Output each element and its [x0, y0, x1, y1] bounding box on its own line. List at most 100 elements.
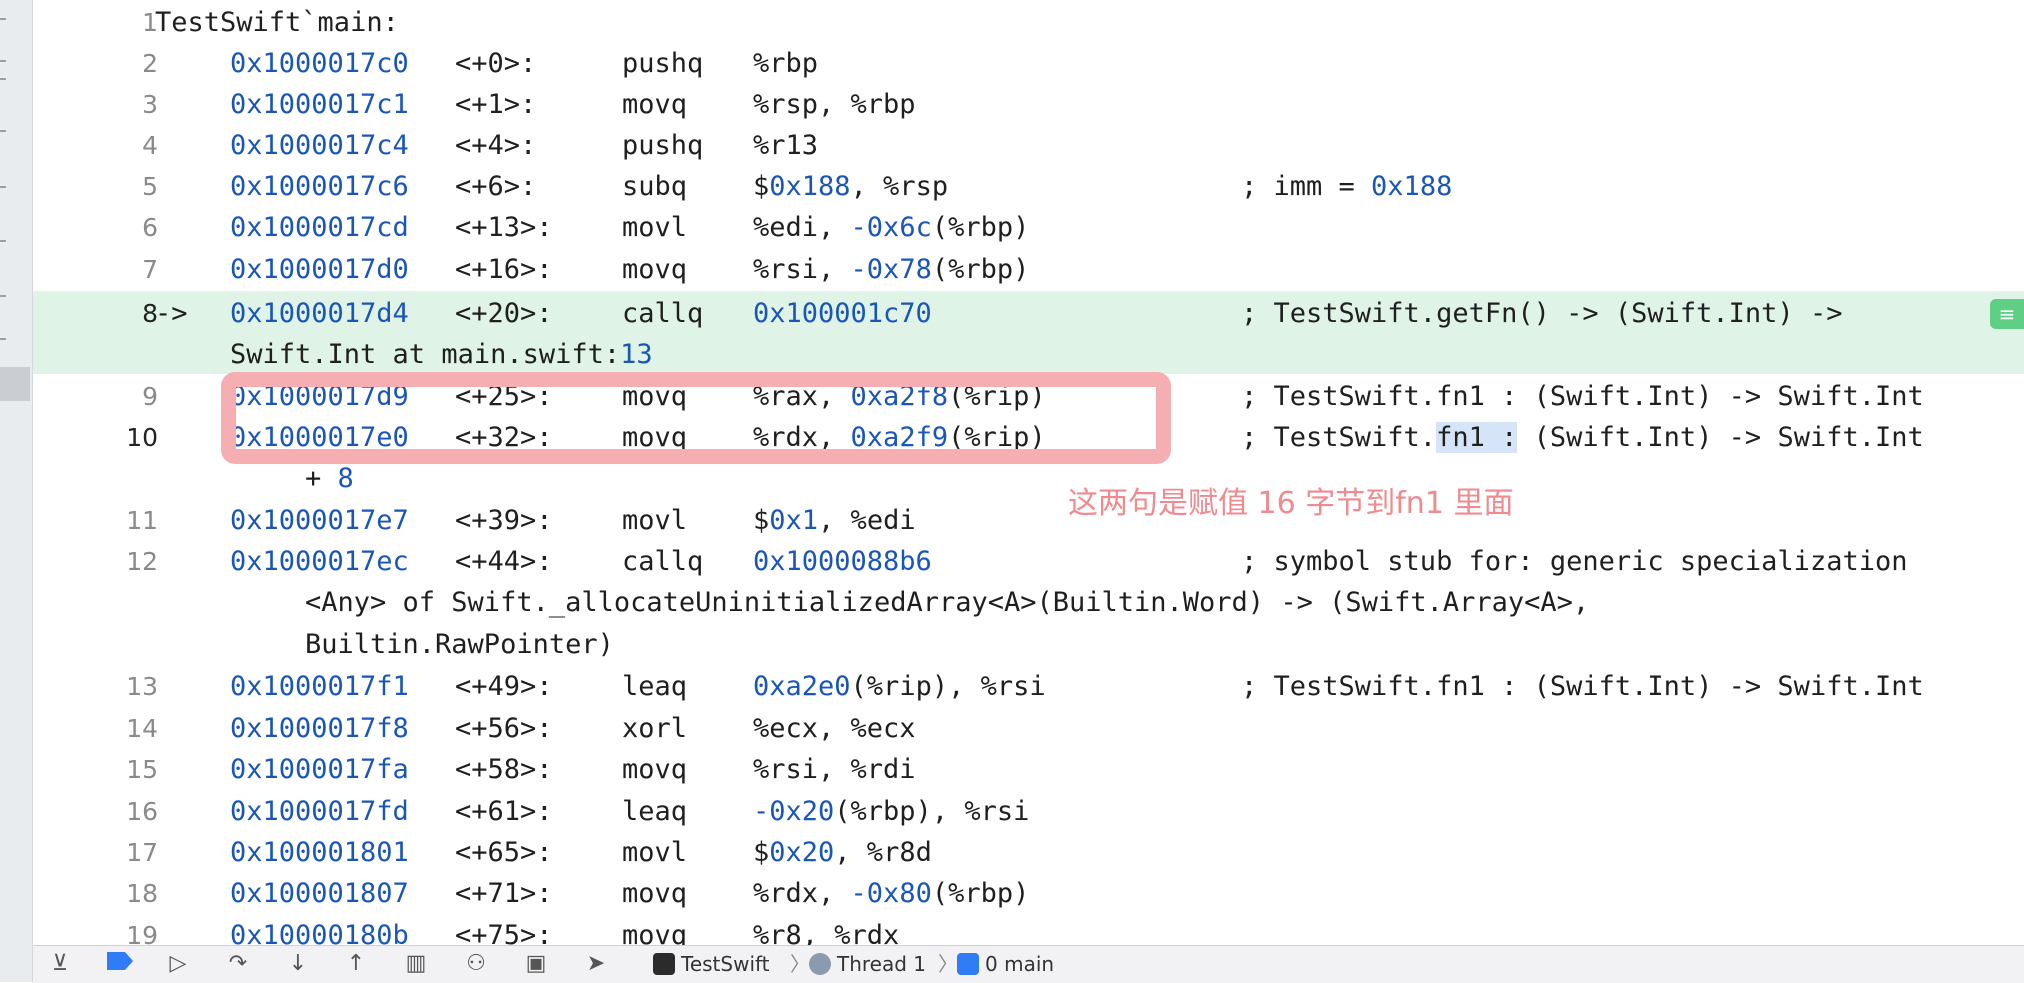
step-into-icon[interactable]: ↓ [283, 950, 313, 978]
code-line-3[interactable]: 3 0x1000017c1 <+1>: movq %rsp, %rbp [33, 84, 2024, 125]
code-line-8-current[interactable]: 8 -> 0x1000017d4 <+20>: callq 0x100001c7… [33, 293, 2024, 334]
environment-overrides-icon[interactable]: ▣ [521, 950, 551, 978]
breakpoints-toggle-icon[interactable] [105, 950, 135, 978]
disassembly-editor[interactable]: 1 TestSwift`main: 2 0x1000017c0 <+0>: pu… [33, 0, 2024, 945]
chevron-right-icon: 〉 [938, 952, 958, 976]
navigator-edge [0, 0, 33, 982]
operand-prefix: %edi, [753, 212, 851, 243]
breadcrumb-frame[interactable]: 0 main [957, 949, 1054, 979]
offset: <+71>: [455, 878, 553, 909]
code-line-18[interactable]: 18 0x100001807 <+71>: movq %rdx, -0x80(%… [33, 873, 2024, 914]
offset: <+65>: [455, 837, 553, 868]
continue-icon[interactable]: ▷ [163, 950, 193, 978]
operand-immediate: -0x78 [850, 254, 932, 285]
address: 0x1000017c0 [230, 48, 409, 79]
opcode: callq [622, 546, 704, 577]
offset: <+13>: [455, 212, 553, 243]
operand-immediate: -0x6c [850, 212, 932, 243]
comment-text: ; imm = [1241, 171, 1372, 202]
opcode: movq [622, 254, 688, 285]
breadcrumb-label: Thread 1 [837, 952, 927, 976]
function-label: TestSwift`main: [155, 7, 399, 38]
code-line-6[interactable]: 6 0x1000017cd <+13>: movl %edi, -0x6c(%r… [33, 207, 2024, 248]
code-line-16[interactable]: 16 0x1000017fd <+61>: leaq -0x20(%rbp), … [33, 791, 2024, 832]
code-line-2[interactable]: 2 0x1000017c0 <+0>: pushq %rbp [33, 43, 2024, 84]
code-line-7[interactable]: 7 0x1000017d0 <+16>: movq %rsi, -0x78(%r… [33, 249, 2024, 290]
hide-debug-area-icon[interactable]: ⊻ [45, 950, 75, 978]
operands: 0xa2e0(%rip), %rsi [753, 666, 1046, 707]
operands: %rsi, %rdi [753, 754, 916, 785]
comment-continuation: <Any> of Swift._allocateUninitializedArr… [305, 587, 1590, 618]
opcode: movl [622, 505, 688, 536]
comment-text: (Swift.Int) -> Swift.Int [1517, 422, 1924, 453]
code-line-19[interactable]: 19 0x10000180b <+75>: movq %r8, %rdx [33, 915, 2024, 945]
source-line-number: 13 [620, 339, 653, 370]
address: 0x1000017cd [230, 212, 409, 243]
address: 0x1000017c1 [230, 89, 409, 120]
address: 0x1000017ec [230, 546, 409, 577]
operands: %rbp [753, 48, 819, 79]
operand-suffix: (%rip), %rsi [850, 671, 1046, 702]
view-debugger-icon[interactable]: ▥ [401, 950, 431, 978]
code-line-1[interactable]: 1 TestSwift`main: [33, 2, 2024, 43]
opcode: movl [622, 212, 688, 243]
opcode: subq [622, 171, 688, 202]
comment: ; symbol stub for: generic specializatio… [1241, 546, 1908, 577]
offset: <+20>: [455, 298, 553, 329]
address: 0x1000017f1 [230, 671, 409, 702]
comment-immediate: 8 [337, 463, 354, 494]
operands: %r13 [753, 130, 819, 161]
opcode: movq [622, 878, 688, 909]
call-target: 0x100001c70 [753, 298, 932, 329]
line-number: 4 [142, 131, 158, 160]
pc-badge-icon[interactable]: ≡ [1990, 299, 2024, 329]
operand-suffix: (%rbp), %rsi [834, 796, 1030, 827]
code-line-5[interactable]: 5 0x1000017c6 <+6>: subq $0x188, %rsp ; … [33, 166, 2024, 207]
simulate-location-icon[interactable]: ➤ [581, 950, 611, 978]
step-over-icon[interactable]: ↷ [223, 950, 253, 978]
person-frame-icon [957, 953, 979, 975]
code-line-11[interactable]: 11 0x1000017e7 <+39>: movl $0x1, %edi [33, 500, 2024, 541]
comment-text: Swift.Int at main.swift: [230, 339, 621, 370]
code-line-14[interactable]: 14 0x1000017f8 <+56>: xorl %ecx, %ecx [33, 708, 2024, 749]
address: 0x1000017e7 [230, 505, 409, 536]
memory-graph-icon[interactable]: ⚇ [461, 950, 491, 978]
line-number: 7 [142, 255, 158, 284]
breadcrumb-app[interactable]: TestSwift [653, 949, 770, 979]
offset: <+4>: [455, 130, 537, 161]
line-number: 6 [142, 213, 158, 242]
offset: <+58>: [455, 754, 553, 785]
step-out-icon[interactable]: ↑ [341, 950, 371, 978]
code-line-17[interactable]: 17 0x100001801 <+65>: movl $0x20, %r8d [33, 832, 2024, 873]
code-line-4[interactable]: 4 0x1000017c4 <+4>: pushq %r13 [33, 125, 2024, 166]
comment-continuation: Swift.Int at main.swift:13 [230, 334, 653, 375]
operands: %rsp, %rbp [753, 89, 916, 120]
line-number: 11 [126, 506, 158, 535]
offset: <+61>: [455, 796, 553, 827]
code-line-12-continuation: Builtin.RawPointer) [33, 624, 2024, 665]
code-line-15[interactable]: 15 0x1000017fa <+58>: movq %rsi, %rdi [33, 749, 2024, 790]
line-number: 5 [142, 172, 158, 201]
pc-arrow-icon: -> [155, 298, 188, 329]
code-line-12[interactable]: 12 0x1000017ec <+44>: callq 0x1000088b6 … [33, 541, 2024, 582]
operand-suffix: , %edi [818, 505, 916, 536]
breadcrumb-label: 0 main [985, 952, 1055, 976]
offset: <+49>: [455, 671, 553, 702]
operand-immediate: 0x1 [769, 505, 819, 536]
breadcrumb-thread[interactable]: Thread 1 [809, 949, 926, 979]
address: 0x1000017c6 [230, 171, 409, 202]
chevron-right-icon: 〉 [790, 952, 810, 976]
opcode: movq [622, 89, 688, 120]
code-line-13[interactable]: 13 0x1000017f1 <+49>: leaq 0xa2e0(%rip),… [33, 666, 2024, 707]
offset: <+1>: [455, 89, 537, 120]
annotation-highlight-box [221, 372, 1171, 464]
line-number: 14 [126, 714, 158, 743]
comment-continuation: Builtin.RawPointer) [305, 629, 614, 660]
operands: $0x20, %r8d [753, 832, 932, 873]
opcode: pushq [622, 48, 704, 79]
line-number: 10 [126, 423, 158, 452]
opcode: movl [622, 837, 688, 868]
operand-suffix: (%rbp) [931, 254, 1030, 285]
address: 0x10000180b [230, 920, 409, 945]
operand-immediate: 0xa2e0 [753, 671, 851, 702]
